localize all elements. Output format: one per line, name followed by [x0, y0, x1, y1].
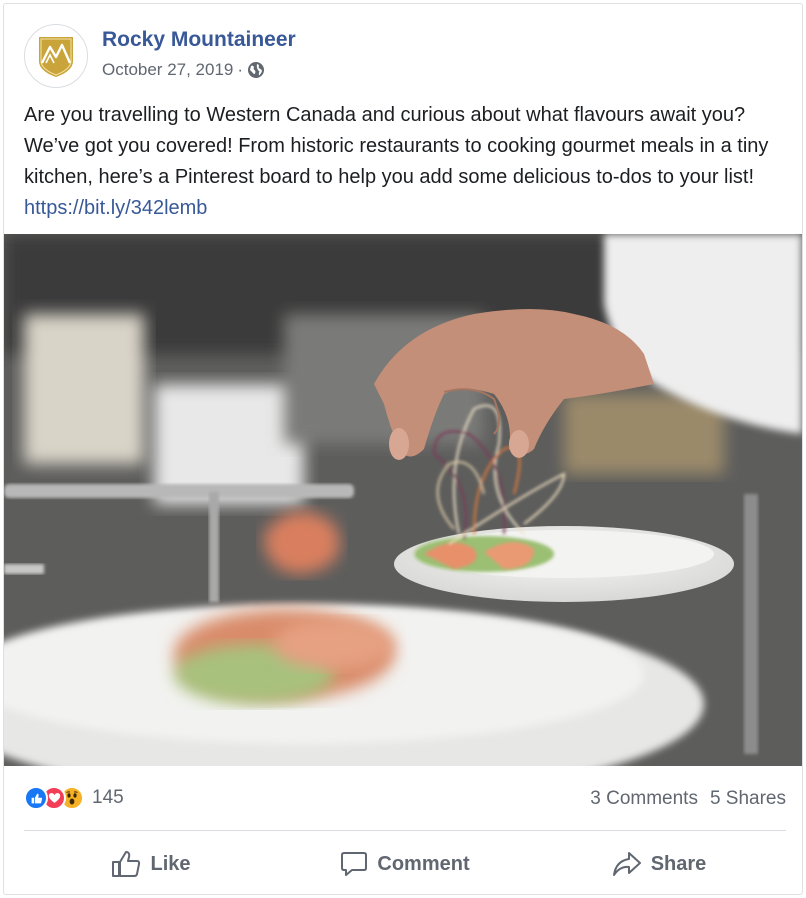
rocky-mountaineer-logo — [39, 37, 73, 77]
post-link[interactable]: https://bit.ly/342lemb — [24, 197, 207, 219]
post-actions: Like Comment Share — [24, 840, 786, 888]
chef-plating-photo — [4, 234, 802, 766]
comments-count[interactable]: 3 Comments — [590, 788, 698, 809]
shares-count[interactable]: 5 Shares — [710, 788, 786, 809]
share-button[interactable]: Share — [532, 840, 786, 888]
post-body-text: Are you travelling to Western Canada and… — [24, 104, 769, 188]
comment-icon — [341, 852, 368, 876]
globe-icon[interactable] — [247, 61, 265, 79]
reaction-count: 145 — [92, 787, 124, 808]
share-label: Share — [650, 852, 707, 875]
meta-separator: · — [237, 60, 244, 79]
post-date[interactable]: October 27, 2019 — [102, 60, 233, 80]
like-label: Like — [150, 852, 191, 875]
share-icon — [612, 852, 641, 876]
engagement-counts: 3 Comments 5 Shares — [590, 788, 786, 810]
post-header: Rocky Mountaineer October 27, 2019 · — [24, 24, 784, 88]
comment-label: Comment — [377, 852, 470, 875]
avatar[interactable] — [24, 24, 88, 88]
post-card: Rocky Mountaineer October 27, 2019 · Are… — [3, 3, 803, 895]
reactions-summary[interactable]: 145 — [24, 786, 124, 810]
comment-button[interactable]: Comment — [278, 840, 532, 888]
page-name-link[interactable]: Rocky Mountaineer — [102, 28, 296, 52]
post-message: Are you travelling to Western Canada and… — [24, 100, 794, 224]
post-photo[interactable] — [4, 234, 802, 766]
like-button[interactable]: Like — [24, 840, 278, 888]
like-icon — [112, 851, 141, 877]
post-meta: October 27, 2019 · — [102, 60, 265, 80]
like-reaction-icon — [24, 786, 48, 810]
post-stats: 145 3 Comments 5 Shares — [24, 786, 786, 814]
divider — [24, 830, 786, 831]
